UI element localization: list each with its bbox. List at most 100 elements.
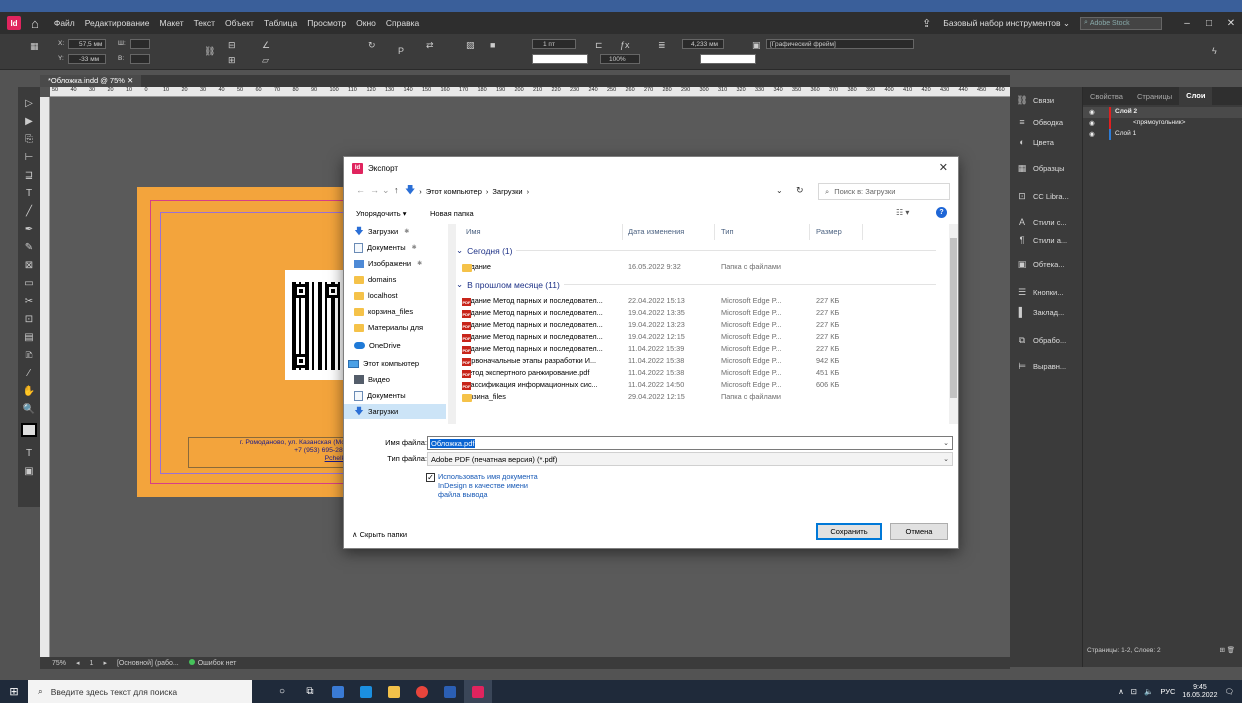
maximize-icon[interactable]: □ bbox=[1198, 18, 1220, 29]
zoom-level[interactable]: 75% bbox=[52, 660, 66, 667]
breadcrumb-downloads[interactable]: Загрузки bbox=[492, 187, 522, 196]
folder-search-input[interactable]: ⌕ Поиск в: Загрузки bbox=[818, 183, 950, 200]
refresh-icon[interactable]: ↻ bbox=[796, 185, 804, 196]
lightning-icon[interactable]: ϟ bbox=[1212, 46, 1217, 56]
close-window-icon[interactable]: ✕ bbox=[1220, 18, 1242, 29]
fill-swatch-icon[interactable]: ▧ bbox=[466, 40, 475, 51]
layer-row[interactable]: ◉ <прямоугольник> bbox=[1083, 118, 1242, 129]
nav-item[interactable]: 🡇 Загрузки bbox=[344, 404, 446, 419]
gradient-tool-icon[interactable]: ▤ bbox=[21, 331, 37, 345]
scissors-tool-icon[interactable]: ✂ bbox=[21, 295, 37, 309]
menu-window[interactable]: Окно bbox=[351, 18, 381, 28]
nav-item[interactable]: Материалы для bbox=[344, 320, 446, 335]
file-list-scrollbar[interactable] bbox=[949, 224, 958, 424]
scale-y-icon[interactable]: ⊞ bbox=[228, 55, 236, 66]
volume-icon[interactable]: 🔈 bbox=[1144, 687, 1153, 696]
nav-item[interactable]: Документы ✱ bbox=[344, 240, 446, 255]
file-row[interactable]: PDF Задание Метод парных и последовател..… bbox=[456, 306, 946, 318]
flip-icon[interactable]: ⇄ bbox=[426, 40, 434, 51]
workspace-switcher[interactable]: Базовый набор инструментов ⌄ bbox=[943, 18, 1070, 29]
panel-swatches[interactable]: ▦ Образцы bbox=[1016, 159, 1065, 177]
rectangle-frame-tool-icon[interactable]: ⊠ bbox=[21, 259, 37, 273]
recent-dropdown-icon[interactable]: ⌄ bbox=[382, 185, 390, 196]
nav-item[interactable]: OneDrive bbox=[344, 338, 446, 353]
dimension-field[interactable]: 4,233 мм bbox=[682, 39, 724, 49]
column-date[interactable]: Дата изменения bbox=[628, 227, 684, 236]
use-document-name-option[interactable]: ✓ Использовать имя документа InDesign в … bbox=[426, 472, 546, 499]
minimize-icon[interactable]: – bbox=[1176, 18, 1198, 29]
column-separator[interactable] bbox=[714, 224, 715, 240]
column-separator[interactable] bbox=[809, 224, 810, 240]
menu-text[interactable]: Текст bbox=[189, 18, 220, 28]
fill-stroke-swatch[interactable] bbox=[21, 423, 37, 437]
object-style-icon[interactable]: ▣ bbox=[752, 40, 761, 51]
windows-start-icon[interactable]: ⊞ bbox=[0, 685, 28, 698]
column-name[interactable]: Имя bbox=[466, 227, 481, 236]
share-icon[interactable]: ⇪ bbox=[922, 17, 931, 30]
stroke-type-select[interactable] bbox=[532, 54, 588, 64]
language-indicator[interactable]: РУС bbox=[1160, 687, 1175, 696]
column-type[interactable]: Тип bbox=[721, 227, 734, 236]
column-separator[interactable] bbox=[862, 224, 863, 240]
file-row[interactable]: PDF Первоначальные этапы разработки И... 1… bbox=[456, 354, 946, 366]
menu-edit[interactable]: Редактирование bbox=[80, 18, 155, 28]
explorer-icon[interactable] bbox=[380, 680, 408, 703]
menu-layout[interactable]: Макет bbox=[155, 18, 189, 28]
note-tool-icon[interactable]: 🗈 bbox=[21, 349, 37, 363]
indesign-taskbar-icon[interactable] bbox=[464, 680, 492, 703]
taskbar-search[interactable]: ⌕ Введите здесь текст для поиска bbox=[28, 680, 252, 703]
fx-icon[interactable]: ƒx bbox=[620, 40, 630, 50]
preflight-status[interactable]: Ошибок нет bbox=[188, 659, 236, 667]
horizontal-ruler[interactable]: 50 40 30 20 10 0 10 20 30 40 50 60 70 80 90 100 110 120 13… bbox=[50, 87, 1010, 97]
rotate-cw-icon[interactable]: ↻ bbox=[368, 40, 376, 51]
eye-icon[interactable]: ◉ bbox=[1089, 119, 1095, 127]
tray-chevron-icon[interactable]: ∧ bbox=[1118, 687, 1124, 696]
nav-item[interactable]: Изображени ✱ bbox=[344, 256, 446, 271]
filetype-select[interactable]: Adobe PDF (печатная версия) (*.pdf) ⌄ bbox=[427, 452, 953, 466]
up-icon[interactable]: ↑ bbox=[394, 185, 399, 195]
save-button[interactable]: Сохранить bbox=[816, 523, 882, 540]
eye-icon[interactable]: ◉ bbox=[1089, 130, 1095, 138]
cortana-icon[interactable]: ○ bbox=[268, 680, 296, 703]
group-header[interactable]: ⌄ Сегодня (1) bbox=[456, 244, 936, 257]
nav-item[interactable]: 🡇 Загрузки ✱ bbox=[344, 224, 446, 239]
file-row[interactable]: корзина_files 29.04.2022 12:15 Папка с фай… bbox=[456, 390, 946, 402]
layer-row[interactable]: ◉ Слой 2 bbox=[1083, 107, 1242, 118]
object-style-select[interactable]: [Графический фрейм] bbox=[766, 39, 914, 49]
panel-color[interactable]: ◐ Цвета bbox=[1016, 133, 1054, 151]
nav-item[interactable]: localhost bbox=[344, 288, 446, 303]
rectangle-tool-icon[interactable]: ▭ bbox=[21, 277, 37, 291]
tab-layers[interactable]: Слои bbox=[1179, 87, 1213, 105]
breadcrumb-computer[interactable]: Этот компьютер bbox=[426, 187, 482, 196]
help-icon[interactable]: ? bbox=[936, 207, 947, 218]
forward-icon[interactable]: → bbox=[370, 185, 379, 195]
selection-tool-icon[interactable]: ▷ bbox=[21, 97, 37, 111]
file-row[interactable]: PDF Метод экспертного ранжирование.pdf 11.… bbox=[456, 366, 946, 378]
address-bar[interactable]: 🡇 › Этот компьютер › Загрузки › bbox=[404, 182, 812, 200]
nav-item[interactable]: Документы bbox=[344, 388, 446, 403]
screen-mode-icon[interactable]: ▣ bbox=[21, 465, 37, 479]
y-field[interactable]: -33 мм bbox=[68, 54, 106, 64]
panel-char-styles[interactable]: A Стили с... bbox=[1016, 213, 1067, 231]
menu-view[interactable]: Просмотр bbox=[302, 18, 351, 28]
new-layer-icon[interactable]: ⊞ 🗑 bbox=[1219, 646, 1235, 654]
panel-pathfinder[interactable]: ⧉ Обрабо... bbox=[1016, 331, 1066, 349]
column-separator[interactable] bbox=[622, 224, 623, 240]
tab-properties[interactable]: Свойства bbox=[1083, 92, 1130, 101]
formatting-icon[interactable]: T bbox=[21, 447, 37, 461]
task-view-icon[interactable]: ⧉ bbox=[296, 680, 324, 703]
file-row[interactable]: PDF Задание Метод парных и последовател..… bbox=[456, 330, 946, 342]
height-field[interactable] bbox=[130, 54, 150, 64]
opacity-field[interactable]: 100% bbox=[600, 54, 640, 64]
nav-item[interactable]: domains bbox=[344, 272, 446, 287]
panel-para-styles[interactable]: ¶ Стили а... bbox=[1016, 231, 1068, 249]
nav-item[interactable]: Этот компьютер bbox=[344, 356, 446, 371]
file-row[interactable]: PDF Задание Метод парных и последовател..… bbox=[456, 318, 946, 330]
page-next-icon[interactable]: ▸ bbox=[103, 659, 107, 667]
tab-pages[interactable]: Страницы bbox=[1130, 92, 1179, 101]
base-status[interactable]: [Основной] (рабо... bbox=[117, 660, 179, 667]
pencil-tool-icon[interactable]: ✎ bbox=[21, 241, 37, 255]
group-header[interactable]: ⌄ В прошлом месяце (11) bbox=[456, 278, 936, 291]
panel-text-wrap[interactable]: ▣ Обтека... bbox=[1016, 255, 1065, 273]
nav-pane-scrollbar[interactable] bbox=[448, 224, 456, 424]
